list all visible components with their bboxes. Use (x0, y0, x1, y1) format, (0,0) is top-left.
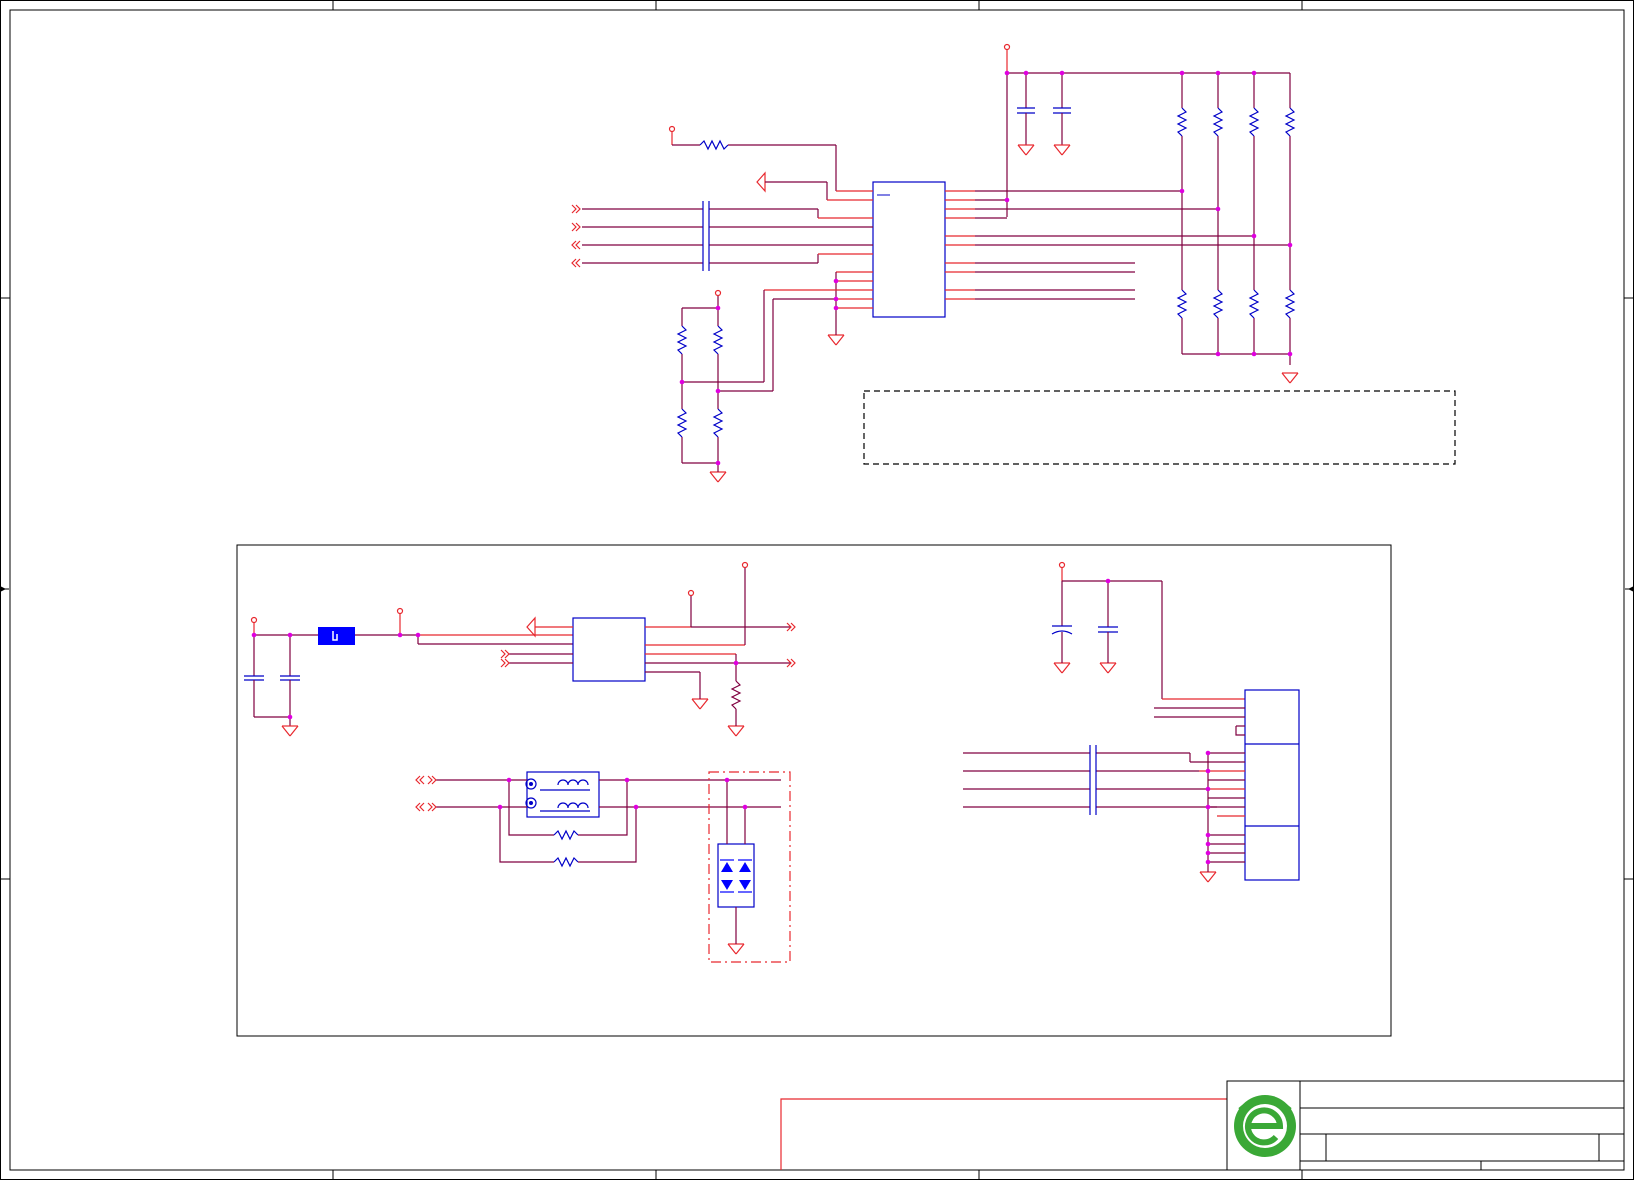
frame-center-markers (0, 586, 1634, 592)
bottom-block-frame (236, 544, 1392, 1037)
off-page-connector (571, 204, 581, 268)
bottom-ic (572, 617, 646, 682)
junction-dot (679, 70, 1293, 466)
sheet-frame (0, 0, 1634, 1180)
ground-symbol (709, 144, 1299, 483)
revision-box (780, 1098, 1227, 1170)
schematic-sheet (0, 0, 1634, 1180)
resistor-ladder (1176, 73, 1296, 365)
connector-block (963, 561, 1300, 881)
top-ic-right-nets (945, 190, 1290, 300)
transformer (415, 771, 781, 868)
top-ic (872, 181, 946, 318)
tvs-diode-array (708, 771, 791, 963)
ferrite-bead-icon (318, 627, 355, 645)
input-filter (244, 607, 573, 726)
junction-dot (251, 578, 1211, 865)
company-logo-icon (1234, 1095, 1296, 1157)
top-ic-left-nets (582, 125, 873, 392)
note-box (863, 390, 1456, 465)
divider-resistors (676, 289, 724, 472)
